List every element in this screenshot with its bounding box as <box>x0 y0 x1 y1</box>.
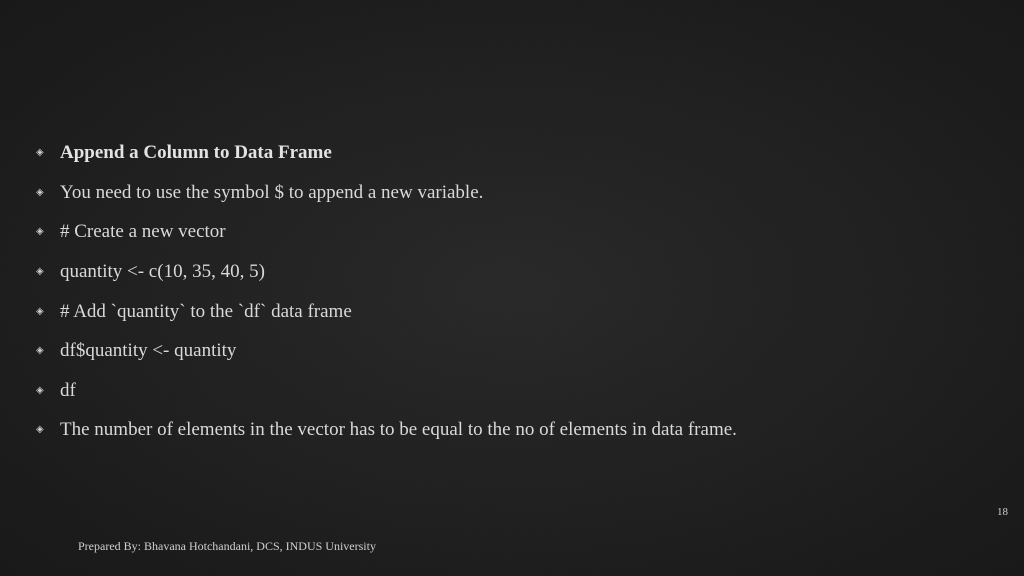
page-number: 18 <box>997 506 1008 518</box>
bullet-item: ◈ You need to use the symbol $ to append … <box>36 180 984 206</box>
bullet-item: ◈ quantity <- c(10, 35, 40, 5) <box>36 259 984 285</box>
bullet-text: You need to use the symbol $ to append a… <box>60 180 984 206</box>
diamond-bullet-icon: ◈ <box>36 146 56 160</box>
diamond-bullet-icon: ◈ <box>36 186 56 200</box>
bullet-item: ◈ # Add `quantity` to the `df` data frame <box>36 299 984 325</box>
bullet-text: quantity <- c(10, 35, 40, 5) <box>60 259 984 285</box>
bullet-item: ◈ The number of elements in the vector ha… <box>36 417 984 443</box>
bullet-text: The number of elements in the vector has… <box>60 417 984 443</box>
bullet-item: ◈ df$quantity <- quantity <box>36 338 984 364</box>
bullet-text: # Add `quantity` to the `df` data frame <box>60 299 984 325</box>
bullet-item: ◈ df <box>36 378 984 404</box>
bullet-item: ◈ # Create a new vector <box>36 219 984 245</box>
footer-credit: Prepared By: Bhavana Hotchandani, DCS, I… <box>78 539 376 554</box>
diamond-bullet-icon: ◈ <box>36 423 56 437</box>
slide-content: ◈ Append a Column to Data Frame ◈ You need … <box>36 140 984 457</box>
diamond-bullet-icon: ◈ <box>36 265 56 279</box>
diamond-bullet-icon: ◈ <box>36 384 56 398</box>
bullet-item: ◈ Append a Column to Data Frame <box>36 140 984 166</box>
diamond-bullet-icon: ◈ <box>36 344 56 358</box>
bullet-text: # Create a new vector <box>60 219 984 245</box>
diamond-bullet-icon: ◈ <box>36 305 56 319</box>
bullet-text: df <box>60 378 984 404</box>
diamond-bullet-icon: ◈ <box>36 225 56 239</box>
bullet-text: df$quantity <- quantity <box>60 338 984 364</box>
bullet-text: Append a Column to Data Frame <box>60 140 984 166</box>
